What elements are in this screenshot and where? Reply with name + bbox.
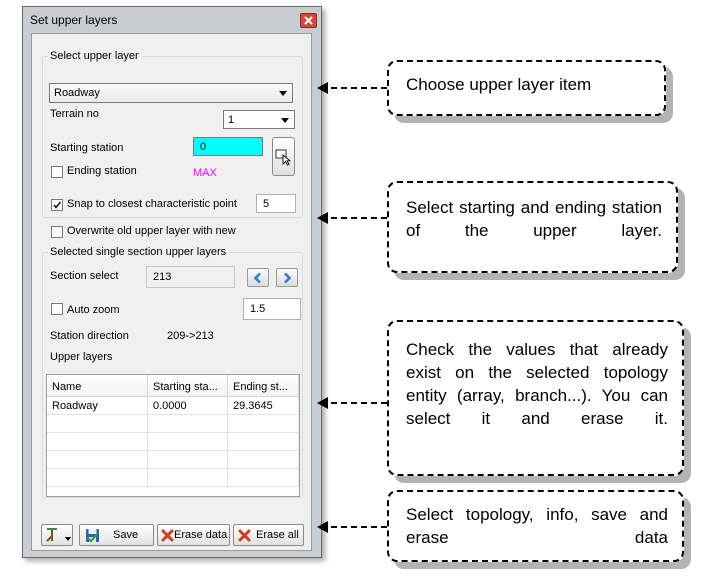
connector-select-stations	[317, 212, 387, 224]
connector-choose-item	[317, 82, 387, 94]
connector-check-values	[317, 397, 387, 409]
callout-connectors	[317, 82, 387, 533]
connector-select-topology	[317, 521, 387, 533]
